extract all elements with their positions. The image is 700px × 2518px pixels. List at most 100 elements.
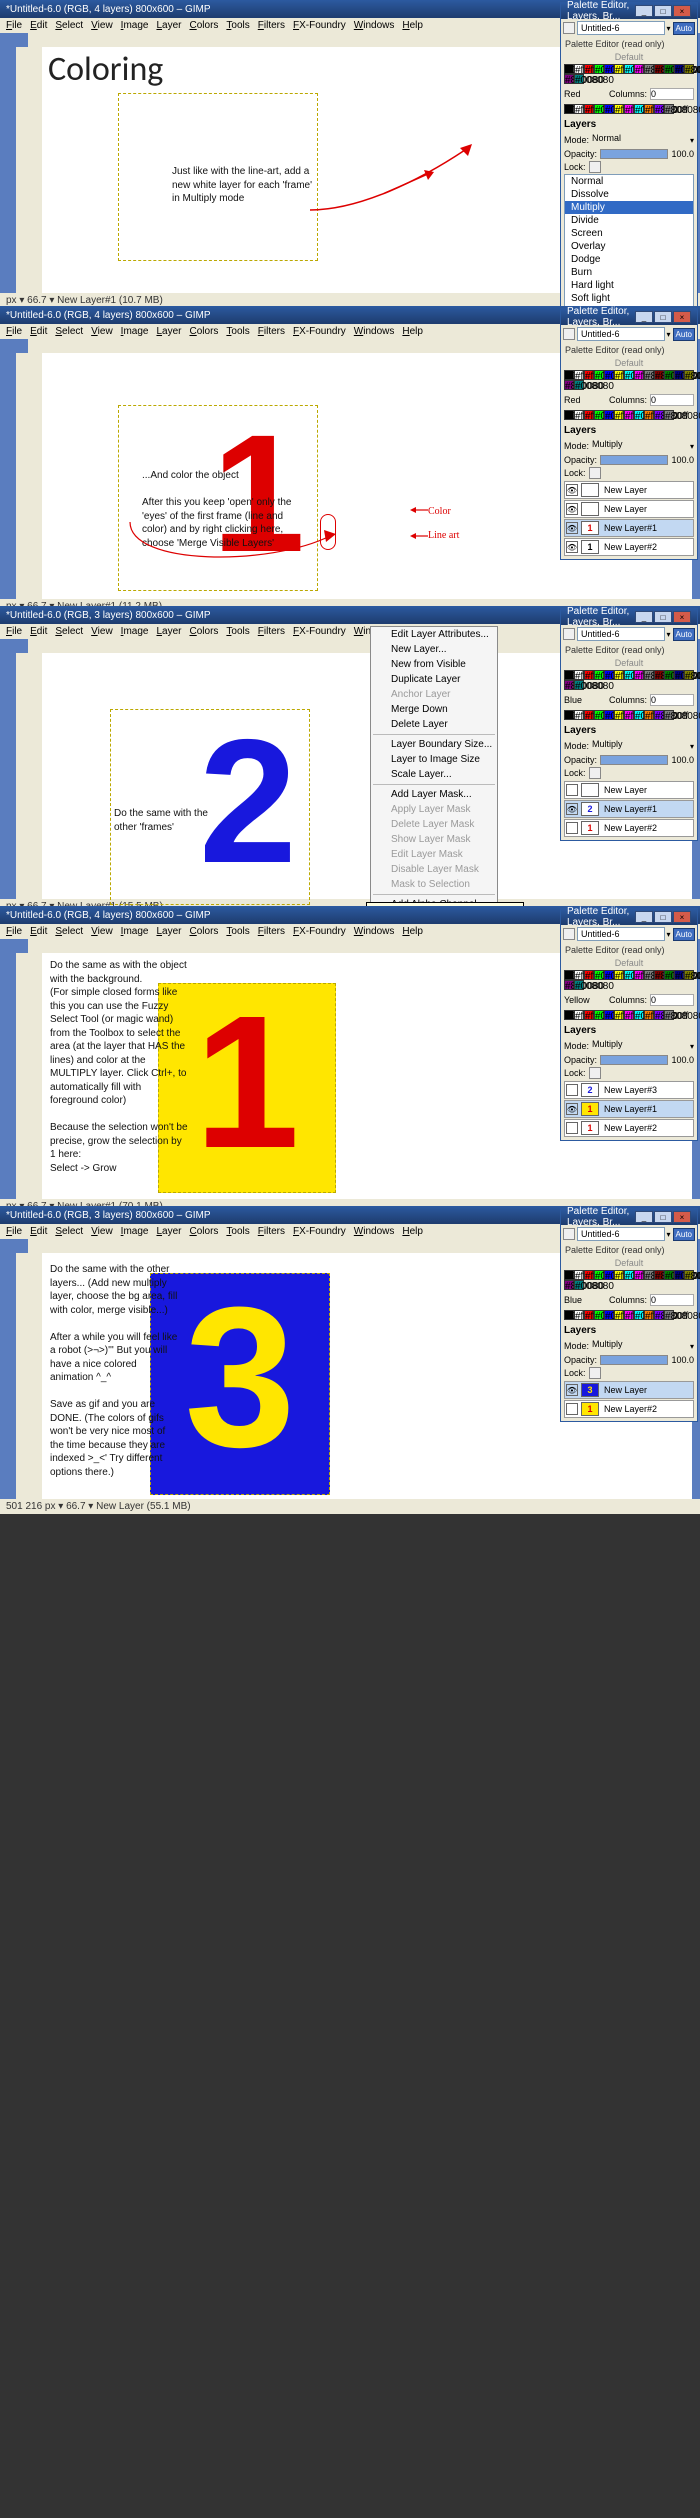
menu-windows[interactable]: Windows	[351, 19, 398, 32]
minimize-icon[interactable]: _	[635, 5, 653, 17]
swatch[interactable]: #ff00ff	[634, 64, 644, 74]
swatch[interactable]: #808080	[644, 1270, 654, 1280]
maximize-icon[interactable]: □	[654, 611, 672, 623]
swatch[interactable]: #000000	[564, 670, 574, 680]
menu-file[interactable]: File	[3, 325, 25, 338]
swatch[interactable]: #00ff00	[594, 104, 604, 114]
chevron-down-icon[interactable]: ▾	[690, 1342, 694, 1351]
mode-option[interactable]: Overlay	[565, 240, 693, 253]
swatch[interactable]: #000000	[564, 1310, 574, 1320]
swatch[interactable]: #000000	[564, 970, 574, 980]
swatch[interactable]: #000000	[564, 104, 574, 114]
menu-windows[interactable]: Windows	[351, 925, 398, 938]
swatch[interactable]: #000000	[564, 1270, 574, 1280]
ctx-item[interactable]: Merge Down	[371, 702, 497, 717]
auto-button[interactable]: Auto	[673, 328, 695, 341]
menu-image[interactable]: Image	[118, 625, 152, 638]
menu-help[interactable]: Help	[399, 19, 426, 32]
eye-icon[interactable]: 👁	[566, 541, 578, 553]
eye-icon[interactable]	[566, 784, 578, 796]
swatch[interactable]: #000000	[564, 64, 574, 74]
swatch[interactable]: #808080	[664, 1010, 674, 1020]
chevron-down-icon[interactable]: ▾	[690, 1042, 694, 1051]
image-combo[interactable]: Untitled-6	[577, 21, 665, 35]
mode-combo[interactable]: Multiply	[592, 1039, 687, 1053]
columns-input[interactable]	[650, 694, 694, 706]
swatch[interactable]: #8000ff	[654, 1310, 664, 1320]
menu-view[interactable]: View	[88, 625, 116, 638]
swatch[interactable]: #008080	[574, 1280, 584, 1290]
menu-layer[interactable]: Layer	[153, 325, 184, 338]
chevron-down-icon[interactable]: ▾	[667, 930, 671, 939]
menu-edit[interactable]: Edit	[27, 1225, 50, 1238]
menu-select[interactable]: Select	[52, 625, 86, 638]
swatch[interactable]: #000080	[674, 1270, 684, 1280]
menu-layer[interactable]: Layer	[153, 19, 184, 32]
swatch[interactable]: #ff0000	[584, 64, 594, 74]
chevron-down-icon[interactable]: ▾	[667, 630, 671, 639]
menu-help[interactable]: Help	[399, 1225, 426, 1238]
swatch[interactable]: #ffff00	[614, 1310, 624, 1320]
swatch[interactable]: #008080	[574, 74, 584, 84]
image-combo[interactable]: Untitled-6	[577, 927, 665, 941]
menu-tools[interactable]: Tools	[223, 625, 252, 638]
layer-item[interactable]: 1New Layer#2	[564, 1400, 694, 1418]
menu-image[interactable]: Image	[118, 925, 152, 938]
swatch[interactable]: #ff0000	[584, 970, 594, 980]
opacity-slider[interactable]	[600, 1055, 668, 1065]
layer-item[interactable]: 👁1New Layer#1	[564, 519, 694, 537]
swatch[interactable]: #8000ff	[654, 1010, 664, 1020]
menu-image[interactable]: Image	[118, 19, 152, 32]
ctx-item[interactable]: New from Visible	[371, 657, 497, 672]
layer-item[interactable]: 👁1New Layer#1	[564, 1100, 694, 1118]
menu-select[interactable]: Select	[52, 19, 86, 32]
image-combo[interactable]: Untitled-6	[577, 327, 665, 341]
swatch[interactable]: #808000	[684, 670, 694, 680]
swatch[interactable]: #ff0000	[584, 1310, 594, 1320]
eye-icon[interactable]: 👁	[566, 1103, 578, 1115]
swatch[interactable]: #00ffff	[634, 1010, 644, 1020]
swatch[interactable]: #ff8000	[644, 104, 654, 114]
swatch[interactable]: #8000ff	[654, 410, 664, 420]
swatch[interactable]: #00ff00	[594, 410, 604, 420]
swatch[interactable]: #808000	[684, 370, 694, 380]
lock-pixels-icon[interactable]	[589, 767, 601, 779]
swatch[interactable]: #808080	[644, 670, 654, 680]
menu-fx-foundry[interactable]: FX-Foundry	[290, 325, 349, 338]
swatch[interactable]: #00ffff	[624, 970, 634, 980]
swatch[interactable]: #008000	[664, 1270, 674, 1280]
swatch[interactable]: #808000	[684, 970, 694, 980]
mode-option[interactable]: Dissolve	[565, 188, 693, 201]
ctx-item[interactable]: Delete Layer	[371, 717, 497, 732]
mode-option[interactable]: Soft light	[565, 292, 693, 305]
swatch[interactable]: #ff8000	[644, 410, 654, 420]
menu-edit[interactable]: Edit	[27, 325, 50, 338]
swatch[interactable]: #ff8000	[644, 710, 654, 720]
chevron-down-icon[interactable]: ▾	[690, 136, 694, 145]
swatch[interactable]: #ff00ff	[624, 1010, 634, 1020]
swatch[interactable]: #ffff00	[614, 1010, 624, 1020]
menu-colors[interactable]: Colors	[186, 1225, 221, 1238]
columns-input[interactable]	[650, 1294, 694, 1306]
swatch[interactable]: #0000ff	[604, 1270, 614, 1280]
swatch[interactable]: #ffffff	[574, 64, 584, 74]
ctx-item[interactable]: Layer to Image Size	[371, 752, 497, 767]
swatch[interactable]: #00ffff	[624, 1270, 634, 1280]
swatch[interactable]: #808080	[644, 64, 654, 74]
layer-item[interactable]: 2New Layer#3	[564, 1081, 694, 1099]
swatch[interactable]: #00ffff	[624, 64, 634, 74]
chevron-down-icon[interactable]: ▾	[667, 330, 671, 339]
swatch[interactable]: #000080	[674, 670, 684, 680]
layer-item[interactable]: 👁New Layer	[564, 481, 694, 499]
opacity-slider[interactable]	[600, 455, 668, 465]
maximize-icon[interactable]: □	[654, 5, 672, 17]
menu-layer[interactable]: Layer	[153, 625, 184, 638]
lock-pixels-icon[interactable]	[589, 467, 601, 479]
swatch[interactable]: #ffffff	[574, 1310, 584, 1320]
swatch[interactable]: #808000	[684, 64, 694, 74]
swatch[interactable]: #008000	[664, 370, 674, 380]
swatch[interactable]: #808000	[684, 1270, 694, 1280]
swatch[interactable]: #ff00ff	[624, 104, 634, 114]
swatch[interactable]: #800000	[654, 370, 664, 380]
swatch[interactable]: #00ff00	[594, 64, 604, 74]
